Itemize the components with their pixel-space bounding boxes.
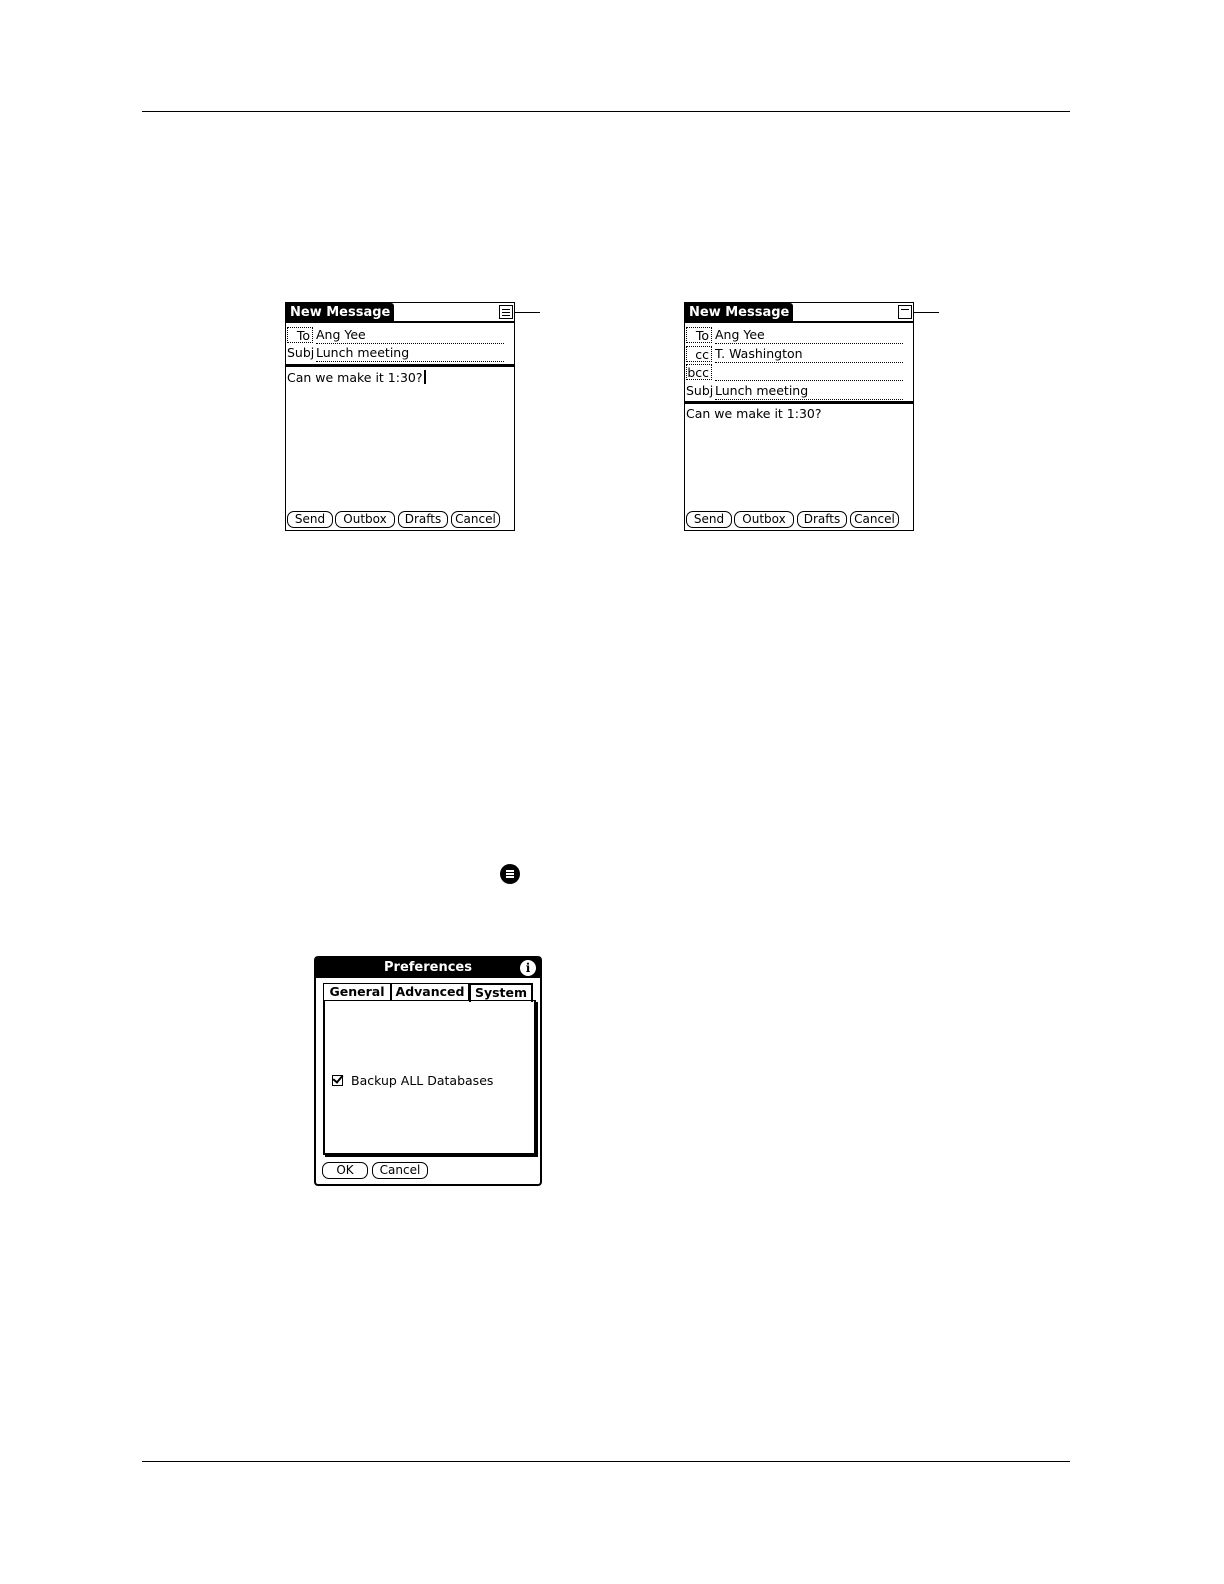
bcc-field[interactable] <box>715 363 903 381</box>
system-tab-panel: Backup ALL Databases <box>323 1000 536 1155</box>
header-separator <box>685 401 913 404</box>
to-row: To Ang Yee <box>286 326 514 344</box>
cancel-button[interactable]: Cancel <box>451 511 500 528</box>
message-body[interactable]: Can we make it 1:30? <box>287 370 426 386</box>
subject-row: Subj Lunch meeting <box>286 344 514 362</box>
cancel-button[interactable]: Cancel <box>850 511 899 528</box>
button-row: Send Outbox Drafts Cancel <box>685 510 913 530</box>
tab-strip: General Advanced System <box>323 983 533 1002</box>
top-rule <box>142 111 1070 112</box>
new-message-screen-compact: New Message To Ang Yee Subj Lunch meetin… <box>285 302 515 531</box>
text-cursor <box>423 370 426 384</box>
outbox-button[interactable]: Outbox <box>335 511 395 528</box>
cc-field[interactable]: T. Washington <box>715 345 903 363</box>
expand-fields-icon[interactable] <box>499 305 513 319</box>
menu-icon <box>500 864 520 884</box>
cc-label-button[interactable]: cc <box>686 346 712 362</box>
title-bar: New Message <box>286 303 514 323</box>
bcc-label-button[interactable]: bcc <box>686 364 712 380</box>
cc-row: cc T. Washington <box>685 345 913 363</box>
tab-advanced[interactable]: Advanced <box>391 983 469 1001</box>
backup-all-checkbox[interactable] <box>332 1075 343 1086</box>
new-message-screen-expanded: New Message To Ang Yee cc T. Washington … <box>684 302 914 531</box>
tab-general[interactable]: General <box>323 983 391 1001</box>
collapse-fields-icon[interactable] <box>898 305 912 319</box>
callout-line-left <box>515 312 540 313</box>
title-underline <box>685 321 913 323</box>
message-body[interactable]: Can we make it 1:30? <box>686 406 822 422</box>
send-button[interactable]: Send <box>287 511 333 528</box>
message-body-text: Can we make it 1:30? <box>287 370 423 385</box>
dialog-title: Preferences i <box>316 958 540 978</box>
header-separator <box>286 364 514 367</box>
title-bar: New Message <box>685 303 913 323</box>
send-button[interactable]: Send <box>686 511 732 528</box>
info-icon[interactable]: i <box>520 960 536 976</box>
screen-title: New Message <box>286 303 395 323</box>
to-label-button[interactable]: To <box>287 327 313 343</box>
outbox-button[interactable]: Outbox <box>734 511 794 528</box>
ok-button[interactable]: OK <box>322 1162 368 1179</box>
to-row: To Ang Yee <box>685 326 913 344</box>
message-body-text: Can we make it 1:30? <box>686 406 822 421</box>
subject-field[interactable]: Lunch meeting <box>316 344 504 362</box>
to-field[interactable]: Ang Yee <box>316 326 504 344</box>
subject-field[interactable]: Lunch meeting <box>715 382 903 400</box>
backup-all-label: Backup ALL Databases <box>351 1073 494 1088</box>
title-underline <box>286 321 514 323</box>
drafts-button[interactable]: Drafts <box>398 511 448 528</box>
to-label-button[interactable]: To <box>686 327 712 343</box>
preferences-dialog: Preferences i General Advanced System Ba… <box>314 956 542 1186</box>
subject-row: Subj Lunch meeting <box>685 382 913 400</box>
dialog-title-text: Preferences <box>384 960 472 975</box>
subject-label: Subj <box>686 383 714 398</box>
screen-title: New Message <box>685 303 794 323</box>
drafts-button[interactable]: Drafts <box>797 511 847 528</box>
bottom-rule <box>142 1461 1070 1462</box>
subject-label: Subj <box>287 345 315 360</box>
cancel-button[interactable]: Cancel <box>372 1162 428 1179</box>
callout-line-right <box>914 312 939 313</box>
backup-all-option[interactable]: Backup ALL Databases <box>332 1074 493 1088</box>
to-field[interactable]: Ang Yee <box>715 326 903 344</box>
button-row: Send Outbox Drafts Cancel <box>286 510 514 530</box>
bcc-row: bcc <box>685 363 913 381</box>
